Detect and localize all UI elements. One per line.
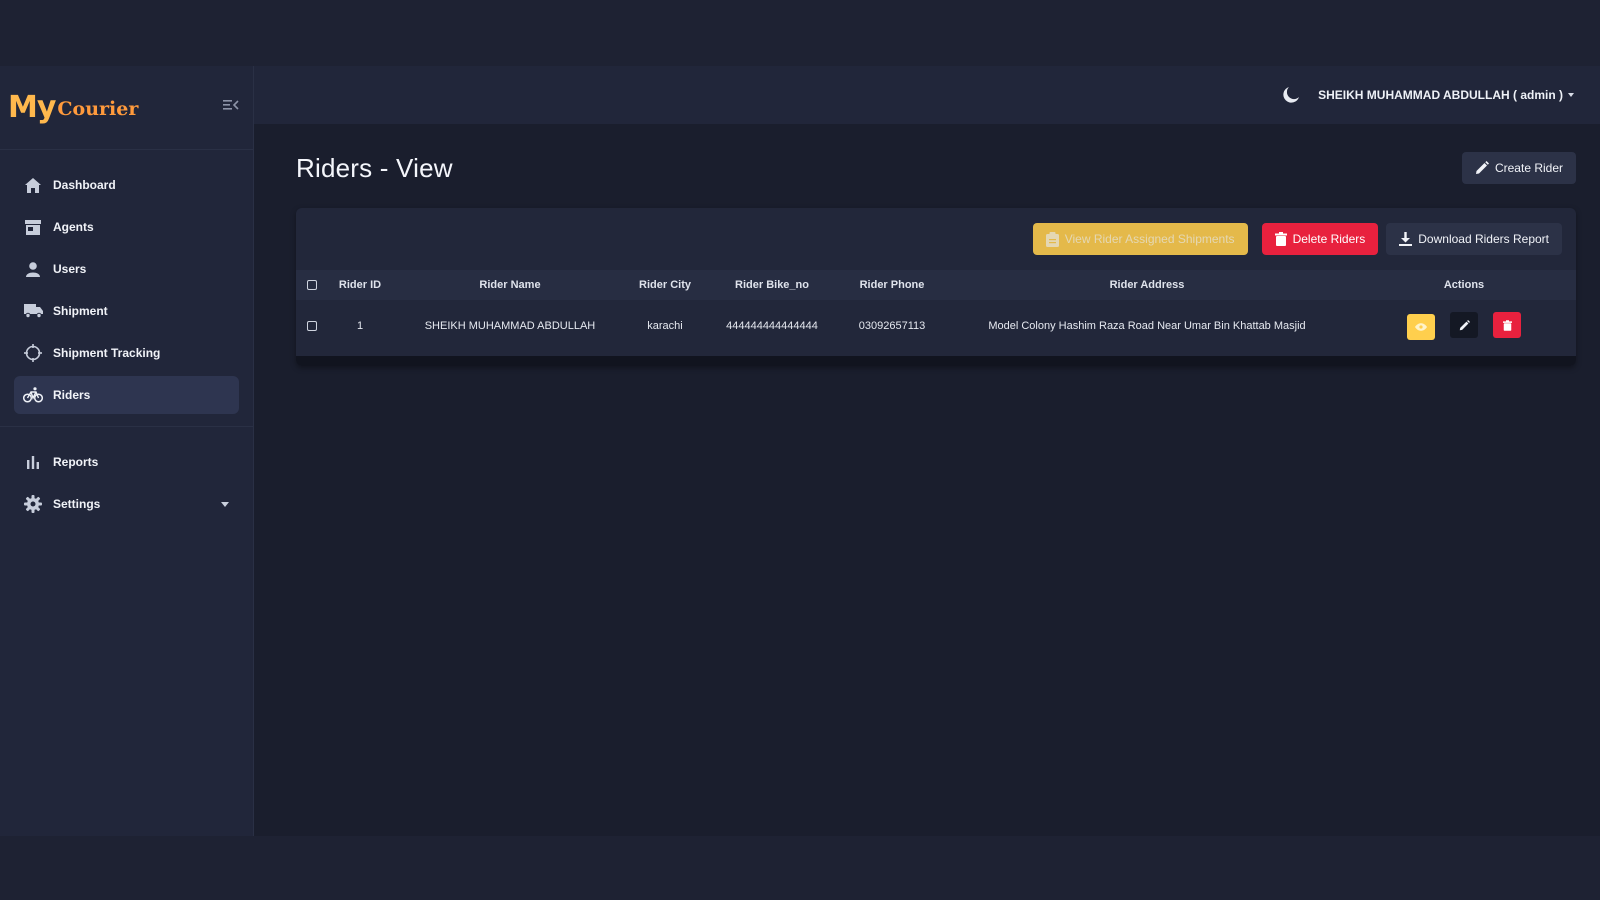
actions-cell (1352, 300, 1576, 352)
sidebar-item-label: Reports (53, 455, 99, 469)
row-checkbox[interactable] (307, 321, 317, 332)
user-menu-label: SHEIKH MUHAMMAD ABDULLAH ( admin ) (1318, 88, 1563, 102)
sidebar-item-settings[interactable]: Settings (14, 485, 239, 523)
user-menu[interactable]: SHEIKH MUHAMMAD ABDULLAH ( admin ) (1318, 88, 1574, 102)
logo-text-my: My (8, 89, 56, 125)
crosshair-icon (23, 344, 43, 362)
column-header[interactable]: Rider Name (392, 270, 628, 300)
riders-table: Rider ID Rider Name Rider City Rider Bik… (296, 270, 1576, 352)
page-content: Riders - View Create Rider View Rider As… (254, 124, 1600, 366)
topbar: SHEIKH MUHAMMAD ABDULLAH ( admin ) (254, 66, 1600, 124)
column-header[interactable]: Rider City (628, 270, 702, 300)
view-rider-button[interactable] (1406, 313, 1435, 340)
view-assigned-shipments-button[interactable]: View Rider Assigned Shipments (1032, 223, 1248, 255)
column-header: Actions (1443, 279, 1485, 291)
main-area: SHEIKH MUHAMMAD ABDULLAH ( admin ) Rider… (254, 66, 1600, 836)
theme-toggle-moon-icon[interactable] (1282, 86, 1300, 104)
home-icon (23, 176, 43, 194)
delete-riders-button[interactable]: Delete Riders (1261, 223, 1379, 255)
rider-city-cell: karachi (647, 320, 683, 332)
sidebar-item-label: Agents (53, 220, 94, 234)
sidebar-item-label: Settings (53, 497, 101, 511)
delete-riders-label: Delete Riders (1292, 232, 1366, 246)
chevron-down-icon (221, 501, 229, 507)
sidebar-item-shipment-tracking[interactable]: Shipment Tracking (14, 334, 239, 372)
sidebar-item-agents[interactable]: Agents (14, 208, 239, 246)
column-header[interactable]: Rider Bike_no (702, 270, 842, 300)
edit-rider-button[interactable] (1450, 312, 1478, 339)
rider-name-cell: SHEIKH MUHAMMAD ABDULLAH (424, 320, 596, 332)
sidebar-item-shipment[interactable]: Shipment (14, 292, 239, 330)
sidebar-item-label: Dashboard (53, 178, 116, 192)
rider-phone-cell: 03092657113 (858, 320, 926, 332)
sidebar: My Courier Dashboard Agents Users Shipme… (0, 66, 254, 836)
bicycle-icon (23, 386, 43, 404)
nav-divider (0, 426, 253, 427)
page-header: Riders - View Create Rider (296, 150, 1576, 186)
sidebar-item-users[interactable]: Users (14, 250, 239, 288)
trash-icon (1274, 232, 1287, 246)
sidebar-item-riders[interactable]: Riders (14, 376, 239, 414)
pencil-icon (1459, 319, 1470, 330)
riders-card: View Rider Assigned Shipments Delete Rid… (296, 208, 1576, 366)
sidebar-item-dashboard[interactable]: Dashboard (14, 166, 239, 204)
create-rider-label: Create Rider (1494, 161, 1563, 175)
download-riders-report-button[interactable]: Download Riders Report (1386, 223, 1562, 255)
sidebar-item-label: Users (53, 262, 87, 276)
sidebar-item-label: Shipment (53, 304, 108, 318)
trash-icon (1502, 320, 1512, 331)
table-toolbar: View Rider Assigned Shipments Delete Rid… (296, 208, 1576, 270)
download-icon (1399, 232, 1413, 246)
rider-id-cell: 1 (356, 320, 364, 332)
sidebar-item-label: Riders (53, 388, 91, 402)
clipboard-icon (1045, 231, 1059, 247)
sidebar-nav: Dashboard Agents Users Shipment Shipment… (0, 150, 253, 523)
user-icon (23, 260, 43, 278)
row-select-cell (296, 300, 328, 352)
chevron-down-icon (1568, 93, 1574, 97)
logo-text-courier: Courier (57, 97, 139, 120)
table-row: 1 SHEIKH MUHAMMAD ABDULLAH karachi 44444… (296, 300, 1576, 352)
rider-bike-no-cell: 444444444444444 (726, 320, 818, 332)
select-all-checkbox[interactable] (307, 280, 317, 291)
logo[interactable]: My Courier (8, 89, 139, 125)
column-header[interactable]: Rider Phone (842, 270, 942, 300)
truck-icon (23, 302, 43, 320)
download-riders-report-label: Download Riders Report (1418, 232, 1549, 246)
page-title: Riders - View (296, 152, 453, 183)
brand-header: My Courier (0, 66, 253, 150)
pencil-icon (1475, 161, 1489, 174)
bar-chart-icon (23, 453, 43, 471)
gear-icon (23, 495, 43, 513)
delete-rider-button[interactable] (1493, 312, 1522, 339)
view-assigned-shipments-label: View Rider Assigned Shipments (1064, 232, 1235, 246)
column-header[interactable]: Rider ID (328, 270, 392, 300)
store-icon (23, 218, 43, 236)
table-header-row: Rider ID Rider Name Rider City Rider Bik… (296, 270, 1576, 300)
select-all-cell (296, 270, 328, 300)
sidebar-item-label: Shipment Tracking (53, 346, 161, 360)
table-scrollbar[interactable] (296, 356, 1576, 366)
create-rider-button[interactable]: Create Rider (1461, 152, 1576, 184)
sidebar-item-reports[interactable]: Reports (14, 443, 239, 481)
app-shell: My Courier Dashboard Agents Users Shipme… (0, 66, 1600, 836)
rider-address-cell: Model Colony Hashim Raza Road Near Umar … (988, 320, 1306, 332)
eye-icon (1414, 323, 1427, 331)
column-header[interactable]: Rider Address (942, 270, 1352, 300)
collapse-sidebar-icon[interactable] (223, 98, 239, 112)
